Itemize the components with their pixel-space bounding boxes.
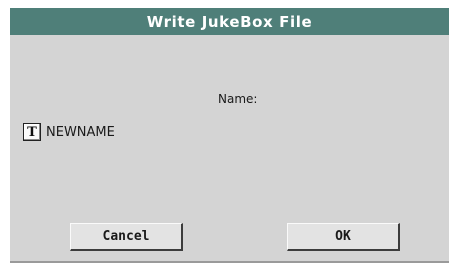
name-value: NEWNAME [46, 124, 115, 140]
name-field-row[interactable]: T NEWNAME [23, 122, 115, 142]
bottom-divider [10, 261, 449, 263]
cancel-button[interactable]: Cancel [70, 223, 183, 251]
text-edit-icon[interactable]: T [23, 123, 41, 141]
name-label: Name: [218, 92, 258, 106]
write-jukebox-dialog: Write JukeBox File Name: T NEWNAME Cance… [10, 8, 449, 263]
dialog-title: Write JukeBox File [10, 8, 449, 35]
ok-button[interactable]: OK [287, 223, 400, 251]
